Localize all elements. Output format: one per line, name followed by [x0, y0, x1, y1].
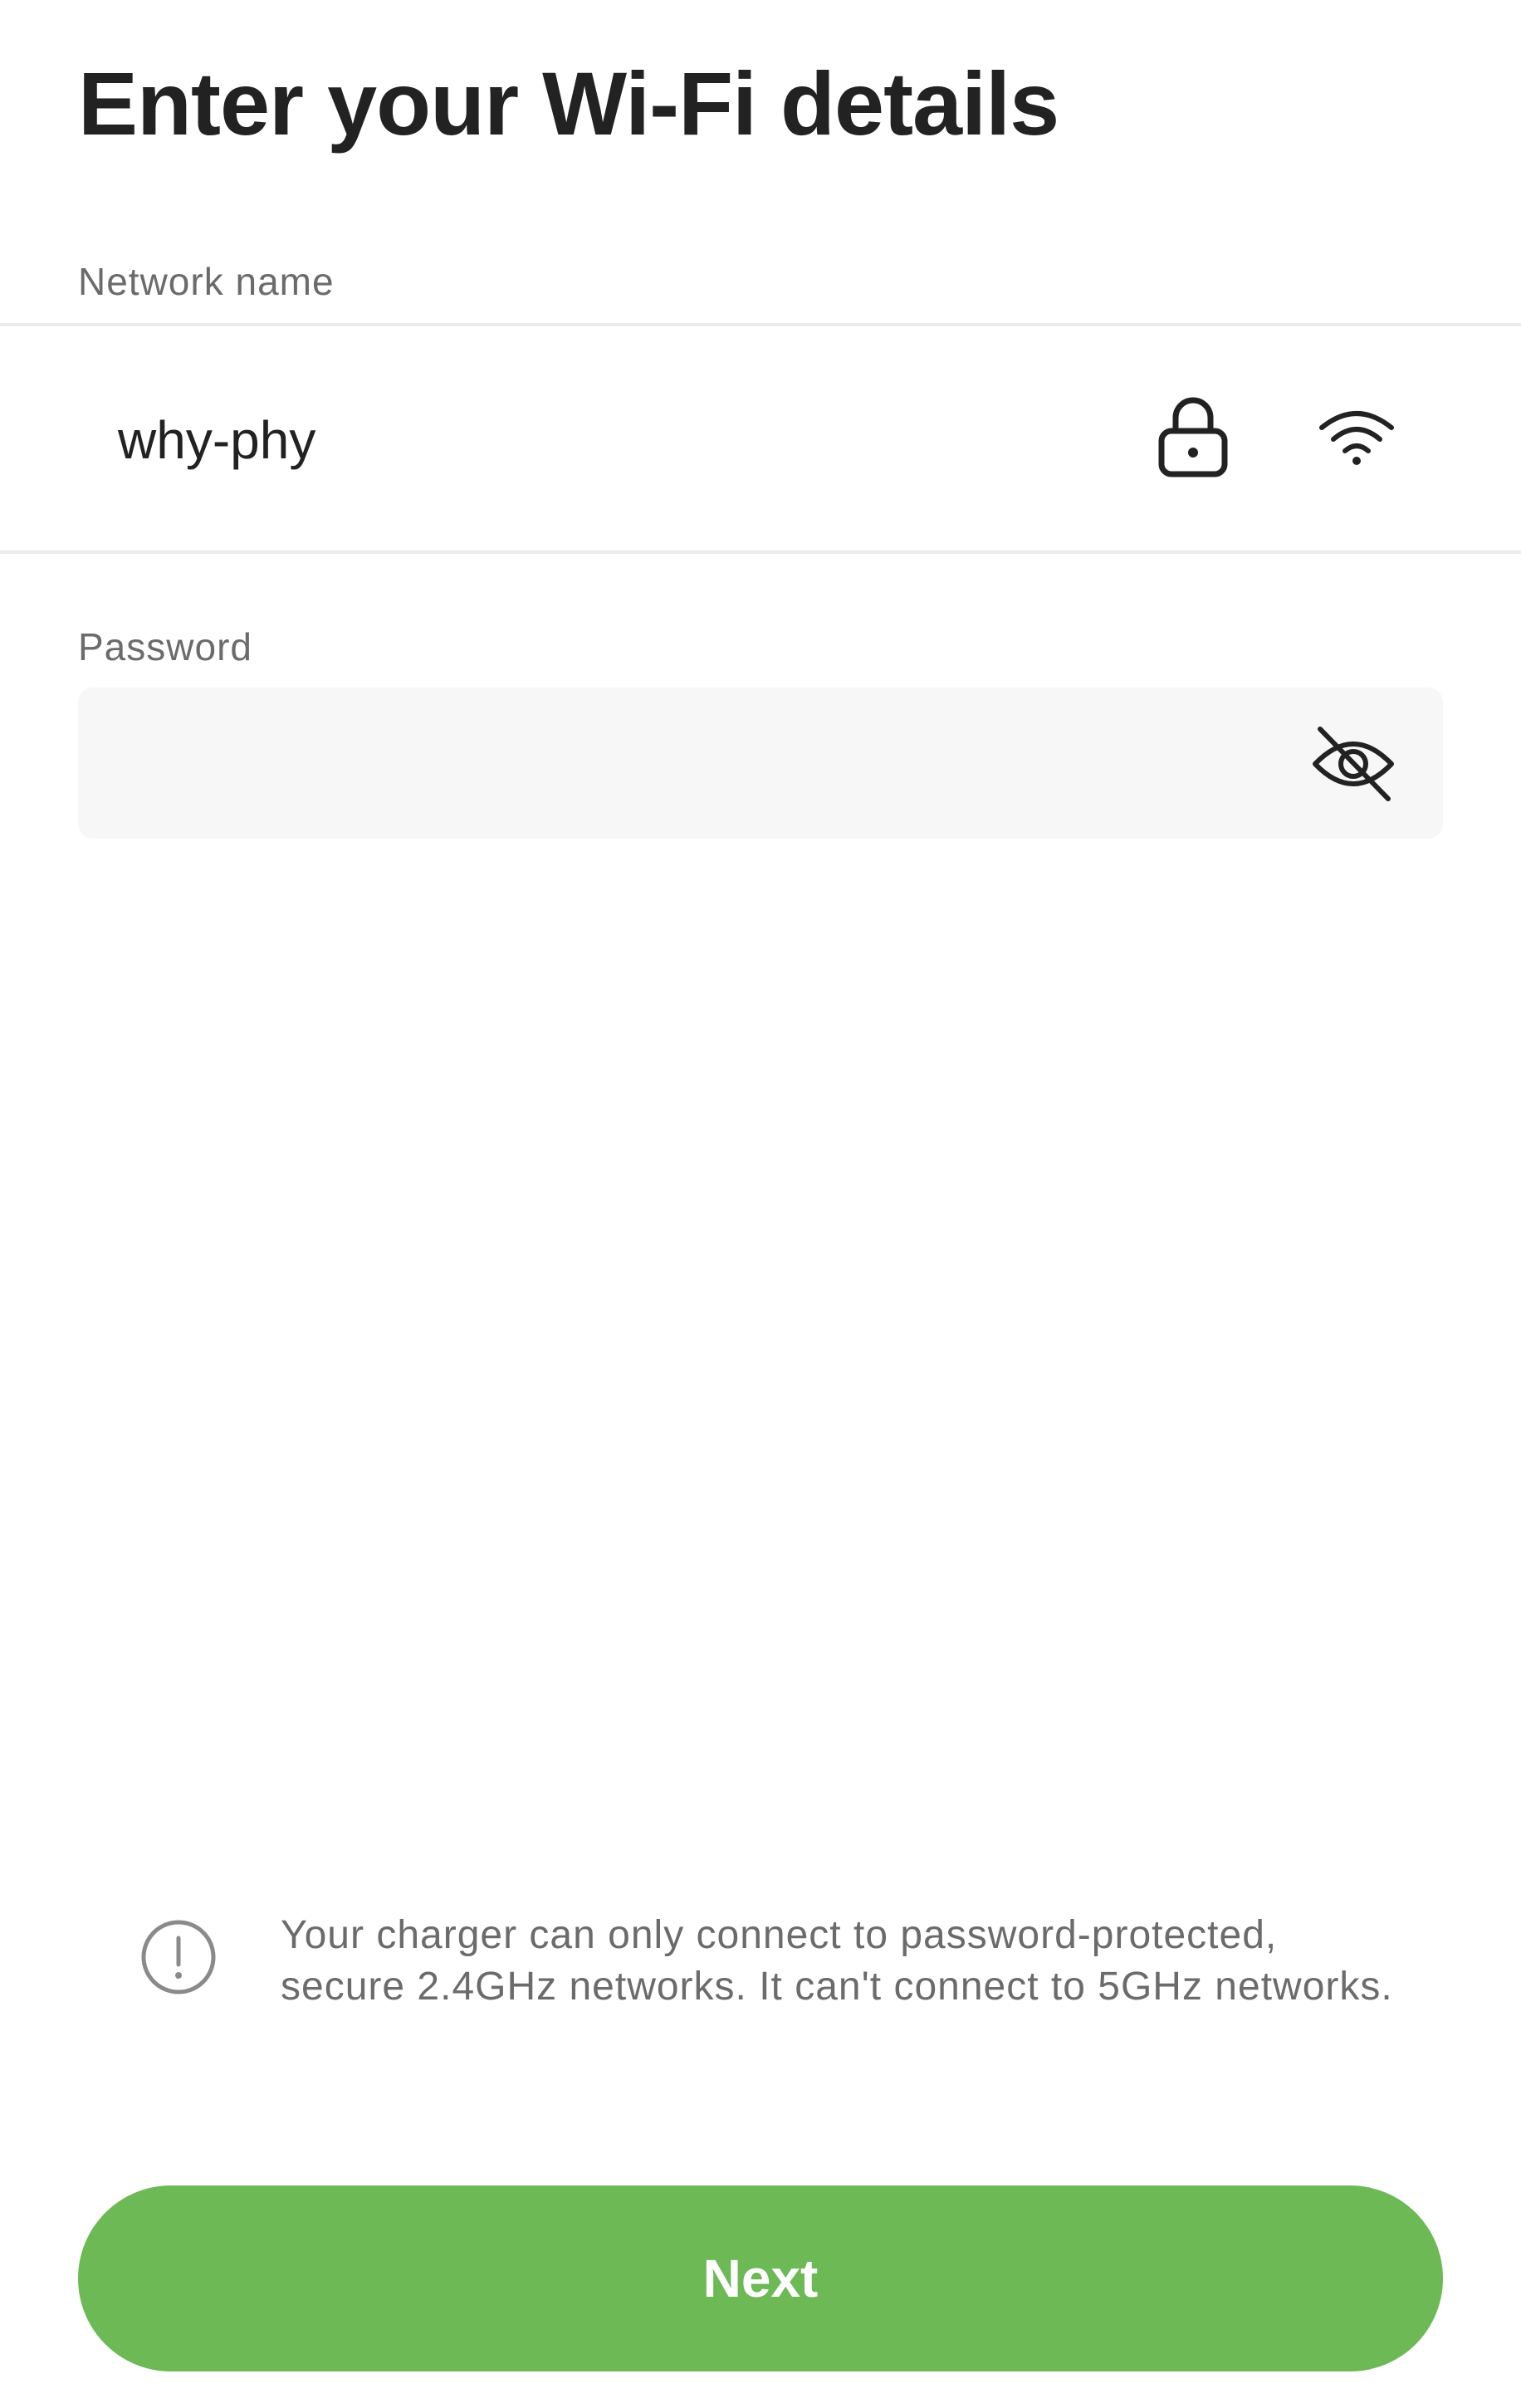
network-name-value: why-phy [118, 410, 316, 470]
wifi-icon [1319, 411, 1394, 465]
info-circle-icon [141, 1920, 216, 1994]
info-line-2: secure 2.4GHz networks. It can't connect… [281, 1965, 1393, 2009]
password-label: Password [78, 625, 252, 668]
page-title: Enter your Wi-Fi details [78, 53, 1059, 154]
password-input[interactable] [111, 721, 1277, 805]
password-field[interactable] [78, 688, 1443, 839]
eye-slash-icon[interactable] [1308, 724, 1398, 804]
wifi-requirements-note: Your charger can only connect to passwor… [281, 1910, 1460, 2013]
next-button[interactable]: Next [78, 2185, 1443, 2371]
network-name-label: Network name [78, 260, 335, 303]
network-selector[interactable]: why-phy [0, 323, 1521, 554]
lock-icon [1158, 397, 1228, 477]
info-line-1: Your charger can only connect to passwor… [281, 1913, 1278, 1957]
